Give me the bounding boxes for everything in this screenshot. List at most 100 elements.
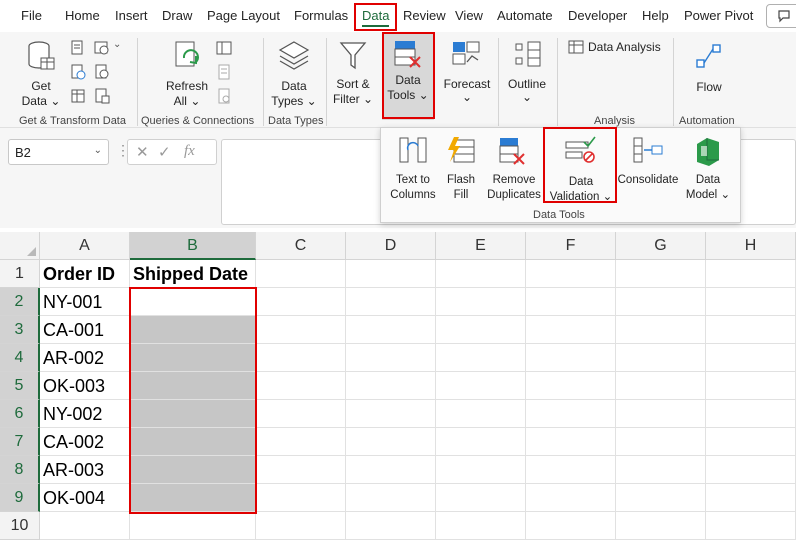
consolidate-button[interactable]: Consolidate [617, 134, 679, 204]
insert-function-icon[interactable]: fx [184, 143, 195, 160]
data-analysis-button[interactable]: Data Analysis [566, 40, 666, 58]
menu-data[interactable]: Data [362, 8, 390, 27]
row-header-10[interactable]: 10 [0, 512, 40, 540]
row-header-4[interactable]: 4 [0, 344, 40, 372]
recent-sources-icon[interactable] [94, 40, 110, 56]
column-header-h[interactable]: H [706, 232, 796, 260]
cell-a9[interactable]: OK-004 [40, 484, 130, 512]
row-header-6[interactable]: 6 [0, 400, 40, 428]
get-data-button[interactable]: Get Data ⌄ [17, 38, 65, 112]
data-types-icon [278, 41, 310, 70]
from-text-icon[interactable] [70, 40, 86, 56]
column-header-b[interactable]: B [130, 232, 256, 260]
cell-a4[interactable]: AR-002 [40, 344, 130, 372]
cell-b10[interactable] [130, 512, 256, 540]
menu-file[interactable]: File [21, 8, 42, 23]
comments-button[interactable] [766, 4, 796, 28]
sort-filter-label-2: Filter ⌄ [332, 92, 374, 106]
data-tools-button[interactable]: Data Tools ⌄ [382, 34, 434, 120]
outline-button[interactable]: Outline ⌄ [504, 38, 550, 112]
cell-a7[interactable]: CA-002 [40, 428, 130, 456]
cell-b2[interactable] [130, 288, 256, 316]
group-separator [137, 38, 138, 126]
menu-insert[interactable]: Insert [115, 8, 148, 23]
edit-links-icon[interactable] [216, 88, 232, 104]
cell-b3[interactable] [130, 316, 256, 344]
column-header-a[interactable]: A [40, 232, 130, 260]
cell-b4[interactable] [130, 344, 256, 372]
cell-a8[interactable]: AR-003 [40, 456, 130, 484]
menu-page-layout[interactable]: Page Layout [207, 8, 280, 23]
flash-fill-button[interactable]: Flash Fill [441, 134, 481, 204]
queries-connections-icon[interactable] [216, 40, 232, 56]
row-header-9[interactable]: 9 [0, 484, 40, 512]
worksheet-grid: A B C D E F G H 1 2 3 4 5 6 7 8 9 10 Ord… [0, 232, 796, 540]
row-header-7[interactable]: 7 [0, 428, 40, 456]
menu-review[interactable]: Review [403, 8, 446, 23]
cell-b8[interactable] [130, 456, 256, 484]
cell-b6[interactable] [130, 400, 256, 428]
cell-a2[interactable]: NY-001 [40, 288, 130, 316]
remove-duplicates-icon [499, 138, 525, 165]
data-tools-label-2: Tools ⌄ [387, 88, 429, 102]
group-separator [498, 38, 499, 126]
row-header-5[interactable]: 5 [0, 372, 40, 400]
cancel-icon[interactable]: ✕ [136, 143, 149, 161]
confirm-icon[interactable]: ✓ [158, 143, 171, 161]
row-header-1[interactable]: 1 [0, 260, 40, 288]
consolidate-icon [633, 137, 663, 163]
from-table-icon[interactable] [70, 88, 86, 104]
from-web-icon[interactable] [70, 64, 86, 80]
comment-icon [778, 10, 790, 23]
column-header-c[interactable]: C [256, 232, 346, 260]
get-data-label-2: Data ⌄ [21, 94, 61, 108]
row-header-8[interactable]: 8 [0, 456, 40, 484]
menu-developer[interactable]: Developer [568, 8, 627, 23]
cell-a10[interactable] [40, 512, 130, 540]
group-separator [673, 38, 674, 126]
menu-home[interactable]: Home [65, 8, 100, 23]
properties-icon[interactable] [216, 64, 232, 80]
chevron-down-icon[interactable]: ⌄ [94, 145, 102, 156]
dropdown-group-label: Data Tools [533, 209, 585, 221]
menu-formulas[interactable]: Formulas [294, 8, 348, 23]
column-header-g[interactable]: G [616, 232, 706, 260]
refresh-all-button[interactable]: Refresh All ⌄ [164, 38, 210, 112]
group-separator [263, 38, 264, 126]
data-model-button[interactable]: Data Model ⌄ [683, 134, 733, 204]
data-tools-dropdown: Text to Columns Flash Fill Remove Duplic… [380, 127, 741, 223]
existing-data-icon[interactable] [94, 88, 110, 104]
filter-icon [339, 42, 367, 70]
cell-a5[interactable]: OK-003 [40, 372, 130, 400]
existing-connections-icon[interactable] [94, 64, 110, 80]
menu-help[interactable]: Help [642, 8, 669, 23]
select-all-button[interactable] [0, 232, 40, 260]
forecast-button[interactable]: Forecast ⌄ [440, 38, 494, 112]
name-box[interactable]: B2 ⌄ [8, 139, 109, 165]
group-separator [326, 38, 327, 126]
menu-view[interactable]: View [455, 8, 483, 23]
cell-b1[interactable]: Shipped Date [130, 260, 256, 288]
menu-automate[interactable]: Automate [497, 8, 553, 23]
data-validation-button[interactable]: Data Validation ⌄ [547, 134, 615, 204]
column-header-e[interactable]: E [436, 232, 526, 260]
empty-cells-area[interactable] [256, 260, 796, 540]
menu-draw[interactable]: Draw [162, 8, 192, 23]
column-header-d[interactable]: D [346, 232, 436, 260]
cell-b5[interactable] [130, 372, 256, 400]
group-label-data-types: Data Types [268, 115, 324, 127]
cell-a6[interactable]: NY-002 [40, 400, 130, 428]
cell-a1[interactable]: Order ID [40, 260, 130, 288]
row-header-3[interactable]: 3 [0, 316, 40, 344]
text-to-columns-button[interactable]: Text to Columns [387, 134, 439, 204]
remove-duplicates-button[interactable]: Remove Duplicates [483, 134, 545, 204]
column-header-f[interactable]: F [526, 232, 616, 260]
data-types-button[interactable]: Data Types ⌄ [270, 38, 318, 112]
cell-a3[interactable]: CA-001 [40, 316, 130, 344]
flow-button[interactable]: Flow [686, 38, 732, 112]
cell-b9[interactable] [130, 484, 256, 512]
sort-filter-button[interactable]: Sort & Filter ⌄ [330, 38, 376, 112]
row-header-2[interactable]: 2 [0, 288, 40, 316]
menu-power-pivot[interactable]: Power Pivot [684, 8, 753, 23]
cell-b7[interactable] [130, 428, 256, 456]
